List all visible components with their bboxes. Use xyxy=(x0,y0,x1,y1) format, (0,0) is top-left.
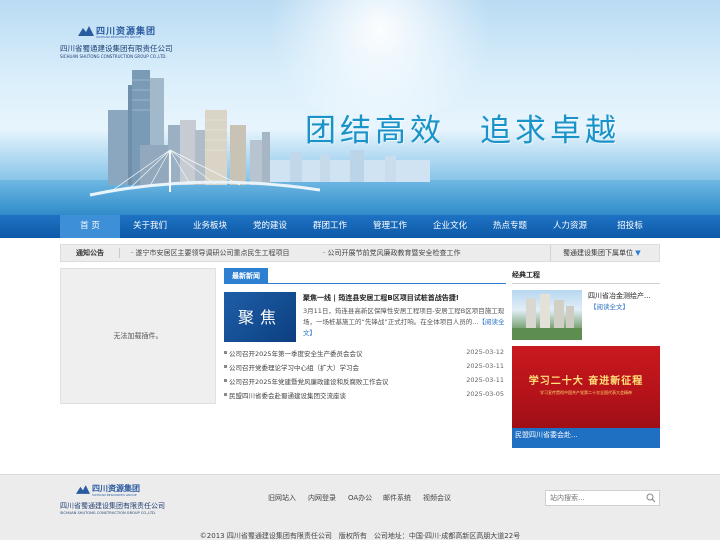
news-list-item[interactable]: 公司召开2025年第一季度安全生产委员会会议 2025-03-12 xyxy=(224,347,506,361)
main-nav: 首 页 关于我们 业务板块 党的建设 群团工作 管理工作 企业文化 热点专题 人… xyxy=(0,215,720,238)
page: 四川资源集团 SICHUAN RESOURCES GROUP 四川省蜀通建设集团… xyxy=(0,0,720,540)
banner-slogan: 团结高效 追求卓越 xyxy=(305,113,620,149)
news-header: 最新新闻 xyxy=(224,268,506,284)
news-title[interactable]: 公司召开2025年党建暨党风廉政建设和反腐败工作会议 xyxy=(229,376,389,386)
copyright-text: ©2013 四川省蜀通建设集团有限责任公司 版权所有 公司地址：中国·四川·成都… xyxy=(199,532,521,540)
subsidiaries-dropdown[interactable]: 蜀通建设集团下属单位 ▼ xyxy=(550,245,660,261)
footer-company-name: 四川省蜀通建设集团有限责任公司 xyxy=(60,502,165,510)
news-list-item[interactable]: 民盟四川省委会赴蜀通建设集团交流座谈 2025-03-05 xyxy=(224,389,506,403)
bullet-icon xyxy=(224,393,227,396)
news-list-item[interactable]: 公司召开2025年党建暨党风廉政建设和反腐败工作会议 2025-03-11 xyxy=(224,375,506,389)
nav-item-about[interactable]: 关于我们 xyxy=(120,215,180,238)
company-name: 四川省蜀通建设集团有限责任公司 xyxy=(60,44,173,53)
feature-image-text: 聚焦 xyxy=(237,308,282,327)
news-list: 公司召开2025年第一季度安全生产委员会会议 2025-03-12 公司召开党委… xyxy=(224,347,506,403)
search-icon[interactable] xyxy=(646,493,656,503)
feature-news-title[interactable]: 聚焦一线 | 筠连县安居工程B区项目试桩首战告捷! xyxy=(303,293,459,303)
bullet-icon xyxy=(224,351,227,354)
plugin-placeholder: 无法加载插件。 xyxy=(60,268,216,404)
tab-latest-news[interactable]: 最新新闻 xyxy=(224,268,268,284)
project-image[interactable] xyxy=(512,290,582,340)
footer-company-name-en: SICHUAN SHUTONG CONSTRUCTION GROUP CO.,L… xyxy=(60,511,156,515)
header-logo[interactable]: 四川资源集团 SICHUAN RESOURCES GROUP 四川省蜀通建设集团… xyxy=(60,26,190,62)
notice-label: 通知公告 xyxy=(76,249,104,257)
footer-link-oa[interactable]: OA办公 xyxy=(348,493,372,503)
news-title[interactable]: 公司召开2025年第一季度安全生产委员会会议 xyxy=(229,348,363,358)
nav-item-culture[interactable]: 企业文化 xyxy=(420,215,480,238)
nav-item-management[interactable]: 管理工作 xyxy=(360,215,420,238)
news-date: 2025-03-05 xyxy=(466,390,504,398)
footer-link-old-site[interactable]: 旧网站入 xyxy=(268,493,296,503)
nav-item-topics[interactable]: 热点专题 xyxy=(480,215,540,238)
footer-link-mail[interactable]: 邮件系统 xyxy=(383,493,411,503)
logo-mark-icon xyxy=(78,26,94,36)
nav-item-home[interactable]: 首 页 xyxy=(60,215,120,238)
header-banner: 四川资源集团 SICHUAN RESOURCES GROUP 四川省蜀通建设集团… xyxy=(0,0,720,215)
project-buildings-image xyxy=(512,294,582,340)
notice-divider xyxy=(119,248,120,258)
notice-bar: 通知公告 · 遂宁市安居区主要领导调研公司重点民生工程项目 · 公司开展节前党风… xyxy=(60,244,660,262)
news-date: 2025-03-12 xyxy=(466,348,504,356)
subsidiaries-label: 蜀通建设集团下属单位 xyxy=(563,249,633,257)
projects-header: 经典工程 xyxy=(512,268,660,284)
logo-group-name-en: SICHUAN RESOURCES GROUP xyxy=(96,35,141,39)
feature-news-summary: 3月11日，筠连县高新区保障性安居工程项目-安居工程B区项目施工现场，一场桩基施… xyxy=(303,306,505,339)
news-title[interactable]: 公司召开党委理论学习中心组（扩大）学习会 xyxy=(229,362,359,372)
nav-item-business[interactable]: 业务板块 xyxy=(180,215,240,238)
logo-mark-icon xyxy=(76,485,90,494)
notice-item[interactable]: · 公司开展节前党风廉政教育暨安全检查工作 xyxy=(323,245,460,261)
news-date: 2025-03-11 xyxy=(466,362,504,370)
bullet-icon xyxy=(224,365,227,368)
footer-link-intranet[interactable]: 内网登录 xyxy=(308,493,336,503)
footer: 四川资源集团 SICHUAN RESOURCES GROUP 四川省蜀通建设集团… xyxy=(0,474,720,540)
project-title[interactable]: 四川省冶金测绘产... xyxy=(588,291,651,301)
nav-item-groups[interactable]: 群团工作 xyxy=(300,215,360,238)
news-list-item[interactable]: 公司召开党委理论学习中心组（扩大）学习会 2025-03-11 xyxy=(224,361,506,375)
news-title[interactable]: 民盟四川省委会赴蜀通建设集团交流座谈 xyxy=(229,390,346,400)
company-name-en: SICHUAN SHUTONG CONSTRUCTION GROUP CO.,L… xyxy=(60,54,167,59)
project-caption[interactable]: 民盟四川省委会赴... xyxy=(512,428,660,448)
news-date: 2025-03-11 xyxy=(466,376,504,384)
projects-heading: 经典工程 xyxy=(512,271,540,279)
nav-item-bidding[interactable]: 招投标 xyxy=(600,215,660,238)
nav-item-party[interactable]: 党的建设 xyxy=(240,215,300,238)
notice-item[interactable]: · 遂宁市安居区主要领导调研公司重点民生工程项目 xyxy=(131,245,289,261)
plugin-error-message: 无法加载插件。 xyxy=(113,332,163,340)
nav-item-hr[interactable]: 人力资源 xyxy=(540,215,600,238)
project-read-more-link[interactable]: 【阅读全文】 xyxy=(590,301,629,311)
feature-news-image[interactable]: 聚焦 xyxy=(224,292,296,342)
project-banner-image[interactable]: 学习二十大 奋进新征程 学习宣传贯彻中国共产党第二十次全国代表大会精神 xyxy=(512,346,660,428)
footer-group-name-en: SICHUAN RESOURCES GROUP xyxy=(92,493,137,497)
bullet-icon xyxy=(224,379,227,382)
site-search xyxy=(545,490,660,506)
footer-link-video[interactable]: 视频会议 xyxy=(423,493,451,503)
project-banner-subline: 学习宣传贯彻中国共产党第二十次全国代表大会精神 xyxy=(540,390,632,395)
project-banner-headline: 学习二十大 奋进新征程 xyxy=(528,376,644,387)
footer-logo[interactable]: 四川资源集团 SICHUAN RESOURCES GROUP 四川省蜀通建设集团… xyxy=(60,484,180,519)
triangle-down-icon: ▼ xyxy=(635,249,641,257)
feature-news-text: 3月11日，筠连县高新区保障性安居工程项目-安居工程B区项目施工现场，一场桩基施… xyxy=(303,307,505,326)
search-input[interactable] xyxy=(546,491,642,505)
